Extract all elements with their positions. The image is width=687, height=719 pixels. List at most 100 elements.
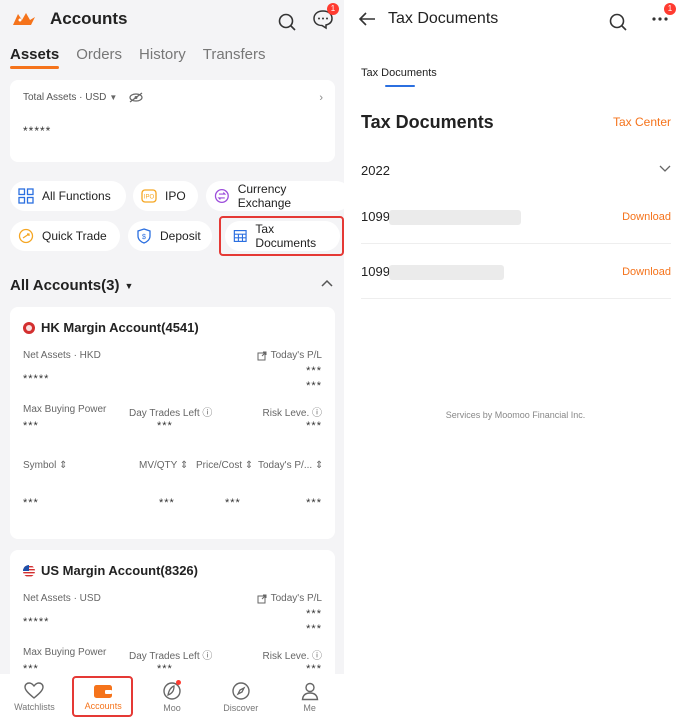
day-trades-left-value: ***: [157, 420, 173, 432]
tax-documents-header: Tax Documents 1: [344, 0, 687, 38]
cell-price-cost: ***: [225, 497, 241, 509]
column-todays-pl[interactable]: Today's P/... ⇕: [258, 460, 323, 471]
tab-orders[interactable]: Orders: [76, 46, 122, 63]
heart-icon: [24, 681, 45, 699]
document-name: 1099: [361, 264, 390, 279]
sort-icon: ⇕: [244, 460, 254, 471]
quick-trade-button[interactable]: Quick Trade: [10, 221, 120, 251]
info-icon[interactable]: ⓘ: [312, 408, 322, 419]
search-icon[interactable]: [276, 11, 298, 33]
services-footer: Services by Moomoo Financial Inc.: [445, 410, 586, 420]
info-icon[interactable]: ⓘ: [312, 651, 322, 662]
all-functions-label: All Functions: [42, 189, 111, 203]
redacted-text: [389, 210, 521, 225]
chevron-right-icon[interactable]: ›: [319, 92, 323, 104]
info-icon[interactable]: ⓘ: [202, 408, 212, 419]
more-button[interactable]: 1: [649, 3, 676, 35]
redacted-text: [389, 265, 504, 280]
quick-trade-icon: [18, 228, 34, 244]
todays-pl-value: ***: [306, 608, 322, 620]
document-name: 1099: [361, 209, 390, 224]
back-arrow-icon[interactable]: [358, 11, 376, 27]
todays-pl-pct: ***: [306, 623, 322, 635]
info-icon[interactable]: ⓘ: [202, 651, 212, 662]
column-mv-qty[interactable]: MV/QTY ⇕: [139, 460, 188, 471]
net-assets-label: Net Assets · HKD: [23, 350, 101, 361]
risk-level-value: ***: [306, 420, 322, 432]
currency-exchange-button[interactable]: Currency Exchange: [206, 181, 344, 211]
grid-icon: [18, 188, 34, 204]
column-price-cost[interactable]: Price/Cost ⇕: [196, 460, 253, 471]
section-heading: Tax Documents: [361, 112, 494, 132]
column-symbol[interactable]: Symbol ⇕: [23, 460, 68, 471]
active-tab-underline: [385, 85, 415, 87]
accounts-header: Accounts 1: [0, 0, 344, 38]
download-link[interactable]: Download: [622, 190, 671, 244]
tab-label: Moo: [163, 702, 181, 713]
document-row[interactable]: 1099 Download: [361, 190, 671, 244]
caret-down-icon[interactable]: ▼: [109, 93, 117, 102]
us-margin-account-card[interactable]: US Margin Account(8326) Net Assets · USD…: [10, 550, 335, 690]
page-title: Accounts: [50, 9, 128, 28]
todays-pl-header: Today's P/L: [257, 350, 322, 361]
tab-history[interactable]: History: [139, 46, 186, 63]
tab-label: Watchlists: [14, 701, 55, 712]
day-trades-left-label: Day Trades Left ⓘ: [129, 408, 213, 419]
tab-moo[interactable]: Moo: [138, 674, 207, 719]
download-link[interactable]: Download: [622, 245, 671, 299]
chevron-up-icon[interactable]: [320, 278, 334, 288]
tab-assets[interactable]: Assets: [10, 46, 60, 69]
cell-mv-qty: ***: [159, 497, 175, 509]
hk-margin-account-card[interactable]: HK Margin Account(4541) Net Assets · HKD…: [10, 307, 335, 539]
todays-pl-label: Today's P/L: [270, 350, 322, 361]
tab-me[interactable]: Me: [275, 674, 344, 719]
currency-exchange-icon: [214, 188, 229, 204]
max-buying-power-label: Max Buying Power: [23, 404, 107, 415]
max-buying-power-label: Max Buying Power: [23, 647, 107, 658]
moomoo-logo-icon: [13, 13, 35, 25]
tax-documents-highlight: [219, 216, 344, 256]
ipo-button[interactable]: IPO IPO: [133, 181, 198, 211]
net-assets-label: Net Assets · USD: [23, 593, 101, 604]
moo-notification-dot: [175, 680, 181, 685]
net-assets-value: *****: [23, 373, 50, 385]
us-flag-icon: [23, 564, 35, 577]
notification-badge: 1: [327, 3, 339, 15]
page-title: Tax Documents: [388, 10, 499, 27]
year-selector[interactable]: 2022: [361, 163, 390, 178]
tax-center-link[interactable]: Tax Center: [613, 115, 671, 129]
deposit-button[interactable]: $ Deposit: [128, 221, 212, 251]
all-accounts-toggle[interactable]: All Accounts(3) ▼: [10, 277, 133, 294]
tab-transfers[interactable]: Transfers: [203, 46, 266, 63]
all-functions-button[interactable]: All Functions: [10, 181, 126, 211]
cell-todays-pl: ***: [306, 497, 322, 509]
tab-tax-documents[interactable]: Tax Documents: [361, 67, 437, 79]
sort-icon: ⇕: [59, 460, 68, 471]
search-icon[interactable]: [607, 11, 629, 33]
todays-pl-pct: ***: [306, 380, 322, 392]
total-assets-card[interactable]: Total Assets · USD ▼ › *****: [10, 80, 335, 162]
ipo-icon: IPO: [141, 189, 157, 203]
ipo-label: IPO: [165, 189, 186, 203]
bottom-tab-bar: Watchlists Accounts Moo Discover Me: [0, 674, 344, 719]
account-name: HK Margin Account(4541): [41, 320, 199, 335]
share-icon[interactable]: [257, 351, 267, 361]
chevron-down-icon[interactable]: [659, 163, 671, 173]
eye-hidden-icon[interactable]: [128, 92, 144, 103]
net-assets-value: *****: [23, 616, 50, 628]
svg-text:$: $: [142, 234, 146, 241]
quick-trade-label: Quick Trade: [42, 229, 107, 243]
person-icon: [301, 682, 318, 700]
document-row[interactable]: 1099 Download: [361, 245, 671, 299]
max-buying-power-value: ***: [23, 420, 39, 432]
risk-level-label: Risk Leve. ⓘ: [262, 651, 322, 662]
deposit-icon: $: [137, 228, 151, 244]
deposit-label: Deposit: [160, 229, 201, 243]
share-icon[interactable]: [257, 594, 267, 604]
day-trades-left-label: Day Trades Left ⓘ: [129, 651, 213, 662]
tab-watchlists[interactable]: Watchlists: [0, 674, 69, 719]
tab-label: Me: [303, 702, 316, 713]
tax-documents-screen: Tax Documents 1 Tax Documents Tax Docume…: [344, 0, 687, 719]
messages-button[interactable]: 1: [312, 3, 339, 35]
tab-discover[interactable]: Discover: [206, 674, 275, 719]
